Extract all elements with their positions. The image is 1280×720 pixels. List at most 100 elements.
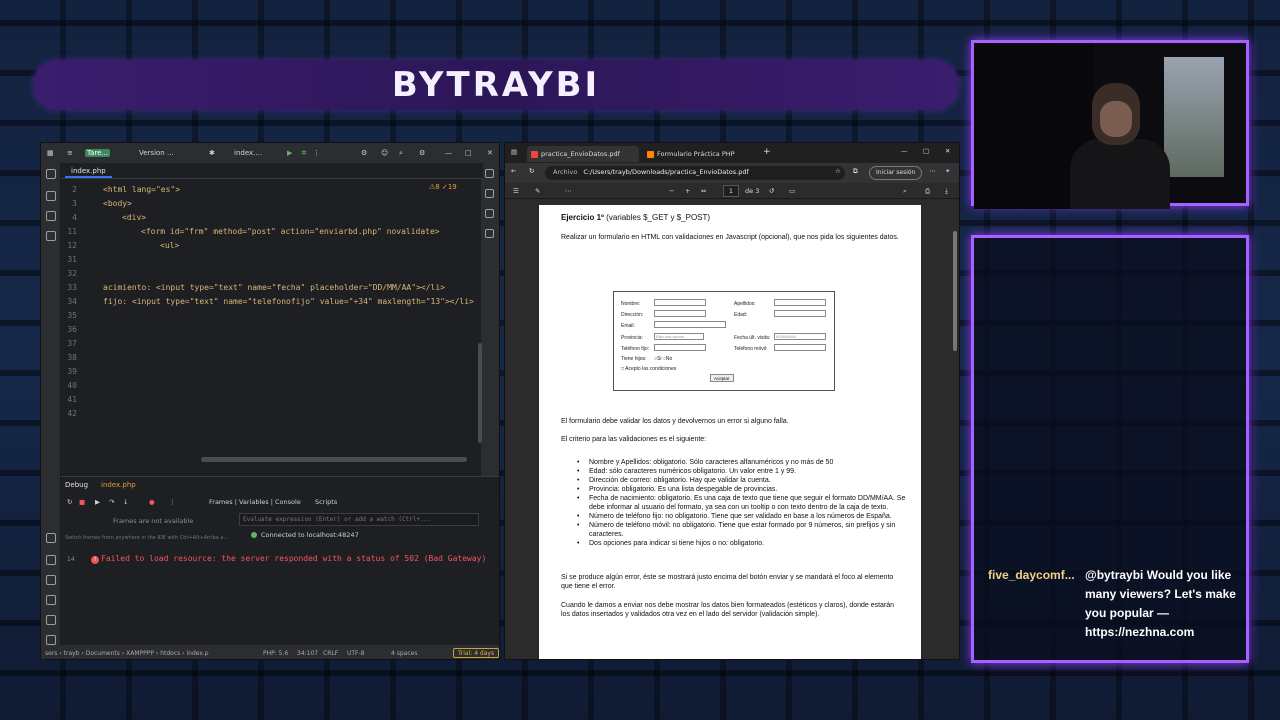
- run-panel-icon[interactable]: [46, 555, 56, 565]
- input-email: [654, 321, 726, 328]
- vcs-selector[interactable]: Version ...: [139, 149, 174, 157]
- project-selector[interactable]: Tare...: [85, 149, 111, 157]
- url-input[interactable]: Archivo C:/Users/trayb/Downloads/practica…: [545, 166, 845, 180]
- plugin-icon[interactable]: [485, 229, 494, 238]
- contents-icon[interactable]: ☰: [513, 187, 519, 195]
- close-icon[interactable]: ✕: [487, 149, 493, 157]
- tab-form[interactable]: Formulario Práctica PHP: [643, 146, 761, 162]
- vcs-icon[interactable]: [46, 615, 56, 625]
- zoom-in-icon[interactable]: +: [685, 187, 690, 195]
- run-icon[interactable]: ▶: [287, 149, 292, 157]
- stop-icon[interactable]: ■: [79, 498, 85, 506]
- print-icon[interactable]: ⎙: [925, 187, 930, 196]
- favorite-star-icon[interactable]: ☆: [835, 167, 841, 175]
- tab-pdf-label: practica_EnvioDatos.pdf: [541, 150, 620, 158]
- inspection-widget[interactable]: ⚠8 ✓19: [429, 183, 457, 191]
- evaluate-input[interactable]: Evaluate expression (Enter) or add a wat…: [239, 513, 479, 526]
- search-icon[interactable]: ⌕: [399, 149, 403, 158]
- tab-actions-icon[interactable]: ▤: [511, 148, 517, 156]
- banner-title: BYTRAYBI: [391, 65, 601, 105]
- paragraph-errors: Si se produce algún error, éste se mostr…: [561, 574, 894, 590]
- minimize-icon[interactable]: —: [445, 149, 452, 157]
- breakpoints-icon[interactable]: ●: [149, 498, 155, 506]
- draw-icon[interactable]: ✎: [535, 187, 540, 195]
- tab-pdf[interactable]: practica_EnvioDatos.pdf: [527, 146, 639, 162]
- git-icon[interactable]: [46, 635, 56, 645]
- login-button[interactable]: Iniciar sesión: [869, 166, 923, 180]
- extensions-icon[interactable]: ⧉: [853, 167, 858, 176]
- more-tools-icon[interactable]: [46, 231, 56, 241]
- criteria-item: Fecha de nacimiento: obligatorio. Es una…: [561, 494, 907, 512]
- php-version[interactable]: PHP: 5.6: [263, 650, 288, 657]
- exercise-title: Ejercicio 1º (variables $_GET y $_POST): [561, 213, 710, 222]
- code-editor[interactable]: ⚠8 ✓19 2 <html lang="es"> 3 <body> 4 <div> 11 <…: [61, 181, 483, 461]
- rerun-icon[interactable]: ↻: [67, 498, 72, 506]
- more-debug-icon[interactable]: ⋮: [169, 498, 176, 506]
- debug-bug-icon[interactable]: ✱: [209, 149, 215, 157]
- maximize-icon[interactable]: □: [465, 149, 472, 157]
- debug-panel-icon[interactable]: [46, 533, 56, 543]
- more-pdf-icon[interactable]: ⋯: [565, 187, 572, 195]
- address-bar: ← ↻ Archivo C:/Users/trayb/Downloads/prac…: [505, 163, 959, 183]
- tab-index-php[interactable]: index.php: [65, 165, 112, 178]
- structure-icon[interactable]: [46, 191, 56, 201]
- step-over-icon[interactable]: ↷: [109, 498, 114, 506]
- more-icon[interactable]: ⋮: [313, 149, 320, 157]
- settings-icon[interactable]: ⚙: [361, 149, 367, 157]
- run-config-selector[interactable]: index....: [234, 149, 262, 157]
- save-icon[interactable]: ⤓: [945, 187, 948, 196]
- copilot-icon[interactable]: ✦: [945, 167, 950, 175]
- debug-icon[interactable]: ✲: [301, 149, 307, 157]
- line-number: 31: [67, 255, 77, 264]
- frames-variables-console-tabs[interactable]: Frames | Variables | Console: [209, 498, 301, 506]
- breadcrumb[interactable]: sers › trayb › Documents › XAMPPPP › htd…: [45, 650, 209, 657]
- indent-setting[interactable]: 4 spaces: [391, 650, 417, 657]
- tab-debug[interactable]: Debug: [65, 481, 88, 489]
- debug-toolbar: ↻ ■ ▶ ↷ ↓ ● ⋮ Frames | Variables | Conso…: [61, 495, 499, 509]
- cursor-position[interactable]: 34:107: [297, 650, 318, 657]
- frames-empty-text: Frames are not available: [113, 517, 194, 525]
- refresh-icon[interactable]: ↻: [529, 167, 534, 175]
- zoom-out-icon[interactable]: −: [669, 187, 674, 195]
- step-into-icon[interactable]: ↓: [123, 498, 128, 506]
- pdf-scrollbar[interactable]: [953, 231, 957, 351]
- folder-icon[interactable]: [46, 169, 56, 179]
- database-icon[interactable]: [485, 209, 494, 218]
- streamer-body: [1070, 139, 1170, 209]
- encoding[interactable]: UTF-8: [347, 650, 365, 657]
- more-icon[interactable]: ⋯: [929, 167, 936, 175]
- terminal-icon[interactable]: [46, 575, 56, 585]
- page-number-input[interactable]: 1: [723, 185, 739, 197]
- editor-tabbar: index.php: [61, 163, 483, 179]
- line-number: 38: [67, 353, 77, 362]
- rotate-icon[interactable]: ↺: [769, 187, 774, 195]
- tab-scripts[interactable]: Scripts: [315, 498, 337, 506]
- ai-icon[interactable]: [485, 189, 494, 198]
- exercise-title-bold: Ejercicio 1º: [561, 213, 604, 222]
- notifications-icon[interactable]: [485, 169, 494, 178]
- criteria-item: Edad: sólo caracteres numéricos obligato…: [561, 467, 907, 476]
- line-number: 4: [72, 213, 77, 222]
- minimize-icon[interactable]: —: [901, 147, 908, 155]
- main-menu-icon[interactable]: ≡: [67, 149, 73, 157]
- criteria-item: Provincia: obligatorio. Es una lista des…: [561, 485, 907, 494]
- close-icon[interactable]: ✕: [945, 147, 950, 155]
- back-icon[interactable]: ←: [511, 167, 516, 175]
- problems-icon[interactable]: [46, 595, 56, 605]
- user-icon[interactable]: ☺: [381, 149, 388, 157]
- commit-icon[interactable]: [46, 211, 56, 221]
- new-tab-icon[interactable]: +: [763, 147, 771, 157]
- page-view-icon[interactable]: ▭: [789, 187, 795, 195]
- fit-page-icon[interactable]: ⇔: [701, 187, 706, 195]
- vertical-scrollbar[interactable]: [478, 343, 482, 443]
- resume-icon[interactable]: ▶: [95, 498, 100, 506]
- tab-debug-file[interactable]: index.php: [101, 481, 136, 489]
- app-icon[interactable]: ▦: [47, 149, 54, 157]
- pdf-search-icon[interactable]: ⌕: [903, 187, 907, 196]
- line-ending[interactable]: CRLF: [323, 650, 338, 657]
- gear-icon[interactable]: ⚙: [419, 149, 425, 157]
- trial-badge[interactable]: Trial: 4 days: [453, 648, 499, 658]
- radio-si: ○Si ○No: [654, 356, 673, 362]
- maximize-icon[interactable]: □: [923, 147, 929, 155]
- horizontal-scrollbar[interactable]: [201, 457, 467, 462]
